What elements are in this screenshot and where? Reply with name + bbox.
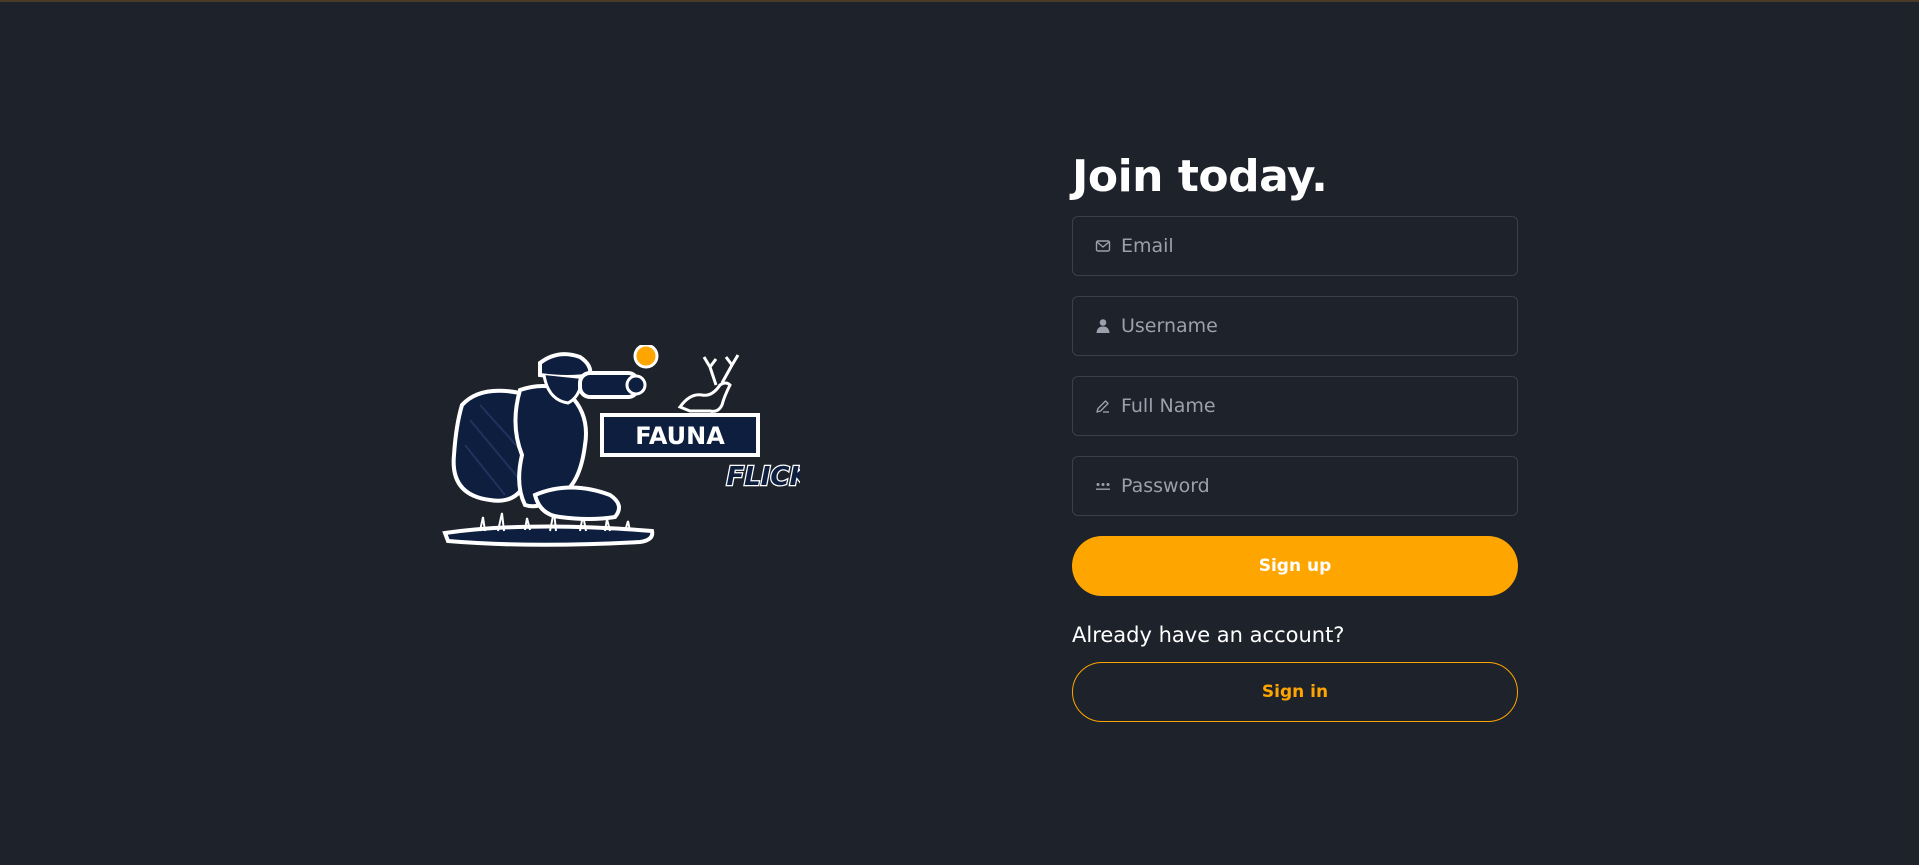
photographer-deer-logo-icon: FAUNA FLICK	[442, 345, 800, 547]
email-input[interactable]	[1121, 235, 1501, 257]
fullname-field[interactable]	[1072, 376, 1518, 436]
username-field[interactable]	[1072, 296, 1518, 356]
mail-icon	[1095, 238, 1111, 254]
page-title: Join today.	[1072, 151, 1328, 202]
pen-icon	[1095, 398, 1111, 414]
password-input[interactable]	[1121, 475, 1501, 497]
fullname-input[interactable]	[1121, 395, 1501, 417]
password-field[interactable]	[1072, 456, 1518, 516]
logo-word-flick: FLICK	[726, 462, 800, 492]
email-field[interactable]	[1072, 216, 1518, 276]
logo-word-fauna: FAUNA	[635, 422, 725, 450]
sign-up-button[interactable]: Sign up	[1072, 536, 1518, 596]
password-dots-icon	[1095, 478, 1111, 494]
top-border	[0, 0, 1919, 2]
signup-form: Join today. Sign up Already have an acco…	[1072, 150, 1518, 722]
user-icon	[1095, 318, 1111, 334]
already-have-account-text: Already have an account?	[1072, 623, 1345, 647]
username-input[interactable]	[1121, 315, 1501, 337]
sign-in-button[interactable]: Sign in	[1072, 662, 1518, 722]
fauna-flick-logo: FAUNA FLICK	[440, 345, 800, 550]
